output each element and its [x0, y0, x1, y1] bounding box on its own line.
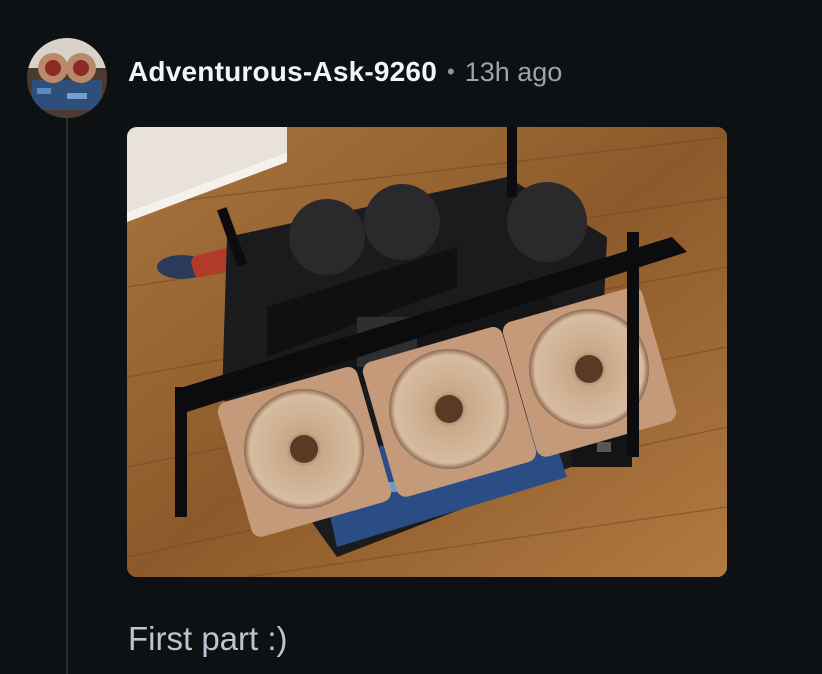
comment-image[interactable] — [127, 127, 727, 577]
meta-separator: • — [446, 59, 455, 84]
avatar-image-icon — [27, 38, 107, 118]
author-name[interactable]: Adventurous-Ask-9260 — [128, 56, 437, 88]
timestamp[interactable]: 13h ago — [465, 57, 563, 88]
user-avatar[interactable] — [27, 38, 107, 118]
comment-body: First part :) — [128, 620, 288, 657]
thread-line — [66, 118, 68, 674]
comment-header: Adventurous-Ask-9260 • 13h ago — [128, 52, 562, 92]
pc-build-photo-icon — [127, 127, 727, 577]
